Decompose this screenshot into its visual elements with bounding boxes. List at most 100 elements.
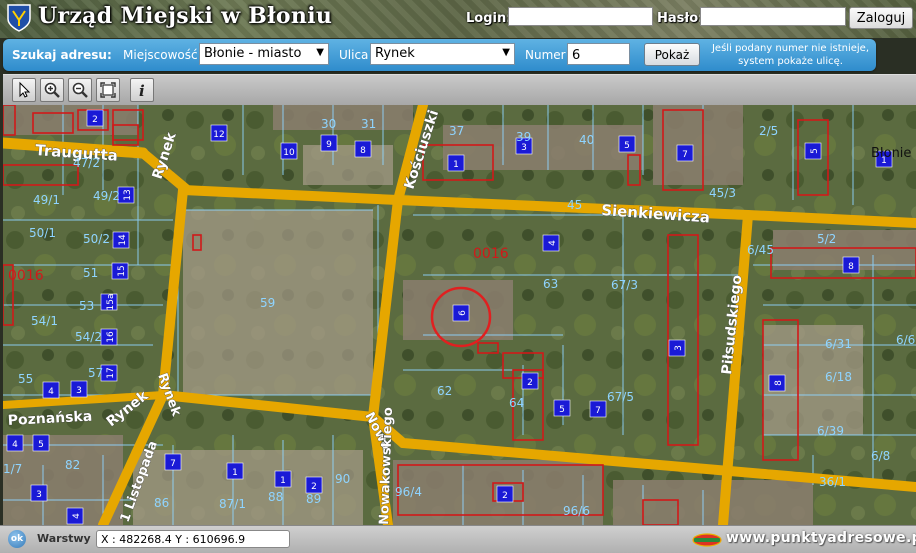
full-extent-tool[interactable]	[96, 78, 120, 102]
parcel-label: 45	[567, 198, 582, 212]
house-number-badge[interactable]: 1	[226, 462, 244, 480]
show-button[interactable]: Pokaż	[644, 43, 700, 66]
map-canvas[interactable]: 212109813 57 5134141515a16174 32635 78871123…	[3, 105, 916, 525]
house-number: 16	[106, 331, 116, 343]
house-number-badge[interactable]: 7	[589, 400, 607, 418]
zoom-out-tool[interactable]	[68, 78, 92, 102]
house-number: 8	[774, 380, 784, 386]
house-number-badge[interactable]: 8	[354, 140, 372, 158]
header-banner: Urząd Miejski w Błoniu Login: Hasło: Zal…	[0, 0, 916, 38]
house-number: 10	[283, 148, 295, 158]
map-view[interactable]: 2 12 10 9 8 1 3 5 7 5 13 4 14 15 15a 16 17 4 3 2 6 3 5 7 8 8 7 1 1 2 3…	[3, 105, 916, 525]
parcel-label: 50/1	[29, 226, 56, 240]
pointer-tool[interactable]	[12, 78, 36, 102]
house-number-badge[interactable]: 1	[447, 154, 465, 172]
parcel-label: 82	[65, 458, 80, 472]
chevron-down-icon: ▼	[502, 47, 510, 58]
house-number: 5	[38, 440, 44, 450]
house-number: 12	[213, 130, 224, 140]
house-number-badge[interactable]: 8	[768, 374, 786, 392]
street-value: Rynek	[375, 46, 415, 61]
house-number-badge[interactable]: 16	[100, 328, 118, 346]
house-number-badge[interactable]: 5	[618, 135, 636, 153]
password-input[interactable]	[700, 7, 846, 26]
house-number-badge[interactable]: 7	[676, 144, 694, 162]
house-number-badge[interactable]: 3	[30, 484, 48, 502]
house-number-badge[interactable]: 12	[210, 124, 228, 142]
house-number-badge[interactable]: 10	[280, 142, 298, 160]
house-number-badge[interactable]: 5	[804, 142, 822, 160]
brand-link[interactable]: www.punktyadresowe.pl	[726, 530, 916, 546]
house-number-badge[interactable]: 7	[164, 453, 182, 471]
login-button[interactable]: Zaloguj	[849, 7, 913, 29]
search-heading: Szukaj adresu:	[12, 48, 112, 62]
zoom-in-tool[interactable]	[40, 78, 64, 102]
number-label: Numer	[525, 48, 566, 62]
house-number: 1	[280, 476, 286, 486]
house-number-badge[interactable]: 9	[320, 134, 338, 152]
house-number-badge[interactable]: 3	[668, 339, 686, 357]
house-number-badge[interactable]: 15a	[100, 294, 118, 311]
locality-label: Miejscowość	[123, 48, 198, 62]
house-number-badge[interactable]: 2	[521, 372, 539, 390]
house-number: 17	[106, 367, 116, 378]
house-number: 15	[117, 265, 127, 276]
info-tool[interactable]: i	[130, 78, 154, 102]
house-number: 4	[548, 240, 558, 246]
house-number: 5	[624, 141, 630, 151]
login-input[interactable]	[508, 7, 653, 26]
parcel-label: 54/2	[75, 330, 102, 344]
house-number-badge[interactable]: 15	[111, 262, 129, 280]
house-number-badge[interactable]: 13	[117, 186, 135, 204]
parcel-label: 6/31	[825, 337, 852, 351]
parcel-label: 49/1	[33, 193, 60, 207]
house-number: 2	[527, 378, 533, 388]
house-number: 4	[48, 387, 54, 397]
parcel-label: 36/1	[819, 475, 846, 489]
zoom-in-icon	[44, 82, 60, 98]
parcel-label: 96/4	[395, 485, 422, 499]
brand-logo-icon	[692, 533, 722, 547]
house-number-badge[interactable]: 3	[70, 380, 88, 398]
parcel-label: 50/2	[83, 232, 110, 246]
layers-button[interactable]: Warstwy	[37, 532, 91, 545]
house-number-badge[interactable]: 1	[274, 470, 292, 488]
house-number-badge[interactable]: 2	[86, 109, 104, 127]
parcel-label: 54/1	[31, 314, 58, 328]
house-number-badge[interactable]: 17	[100, 364, 118, 382]
house-number: 6	[458, 310, 468, 316]
house-number-badge[interactable]: 4	[42, 381, 60, 399]
house-number: 1	[453, 160, 459, 170]
house-number-badge[interactable]: 4	[66, 507, 84, 525]
house-number: 2	[502, 491, 508, 501]
parcel-label: 63	[543, 277, 558, 291]
house-number-badge[interactable]: 4	[6, 434, 24, 452]
house-number: 9	[326, 140, 332, 150]
parcel-label: 96/6	[563, 504, 590, 518]
house-number: 2	[311, 482, 317, 492]
parcel-label: 37	[449, 124, 464, 138]
number-input[interactable]	[567, 43, 630, 65]
parcel-label: 90	[335, 472, 350, 486]
parcel-label: 86	[154, 496, 169, 510]
house-number-badge[interactable]: 2	[305, 476, 323, 494]
house-number-badge[interactable]: 6	[452, 304, 470, 322]
district-label: 0016	[473, 246, 509, 262]
parcel-label: 30	[321, 117, 336, 131]
locality-select[interactable]: Błonie - miasto ▼	[199, 43, 329, 65]
parcel-label: 6/45	[747, 243, 774, 257]
street-select[interactable]: Rynek ▼	[370, 43, 515, 65]
house-number-badge[interactable]: 4	[542, 234, 560, 252]
house-number-badge[interactable]: 14	[112, 231, 130, 249]
house-number: 7	[682, 150, 688, 160]
login-label: Login:	[466, 11, 512, 26]
parcel-label: 6/18	[825, 370, 852, 384]
house-number-badge[interactable]: 8	[842, 256, 860, 274]
house-number-badge[interactable]: 5	[553, 399, 571, 417]
house-number: 8	[848, 262, 854, 272]
house-number: 5	[810, 148, 820, 154]
district-label: Błonie	[871, 146, 911, 161]
house-number-badge[interactable]: 5	[32, 434, 50, 452]
house-number: 1	[232, 468, 238, 478]
house-number-badge[interactable]: 2	[496, 485, 514, 503]
